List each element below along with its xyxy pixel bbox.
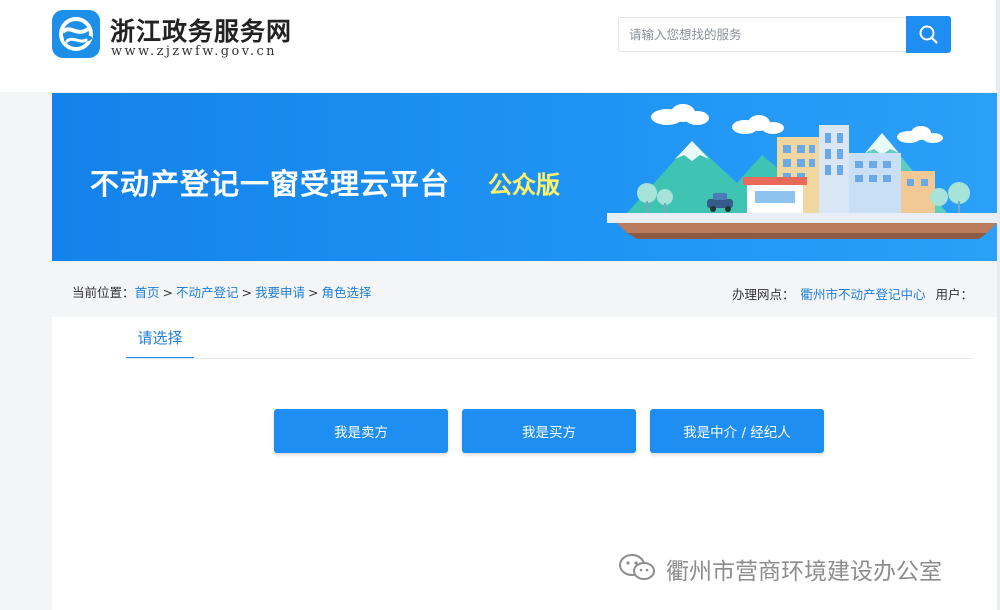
breadcrumb-separator: > — [241, 285, 253, 300]
site-logo-icon[interactable] — [52, 10, 100, 58]
tab-divider — [126, 358, 972, 359]
site-url: www.zjzwfw.gov.cn — [111, 44, 277, 59]
breadcrumb-real-estate[interactable]: 不动产登记 — [176, 285, 239, 300]
site-title[interactable]: 浙江政务服务网 — [110, 12, 292, 48]
breadcrumb-home[interactable]: 首页 — [135, 285, 160, 300]
banner-edition: 公众版 — [488, 171, 560, 199]
site-header: 浙江政务服务网 www.zjzwfw.gov.cn — [0, 0, 1000, 92]
office-label: 办理网点： — [732, 287, 795, 302]
search-input[interactable] — [618, 17, 908, 52]
watermark-text: 衢州市营商环境建设办公室 — [666, 559, 942, 585]
tab-please-select[interactable]: 请选择 — [126, 317, 194, 359]
banner-title: 不动产登记一窗受理云平台 — [90, 167, 451, 201]
search-button[interactable] — [906, 16, 951, 53]
user-label: 用户： — [935, 287, 974, 302]
agent-button[interactable]: 我是中介 / 经纪人 — [650, 409, 824, 453]
breadcrumb: 当前位置：首页 > 不动产登记 > 我要申请 > 角色选择 — [72, 282, 372, 301]
office-name[interactable]: 衢州市不动产登记中心 — [801, 287, 926, 302]
buyer-button[interactable]: 我是买方 — [462, 409, 636, 453]
breadcrumb-separator: > — [162, 285, 174, 300]
seller-button[interactable]: 我是卖方 — [274, 409, 448, 453]
breadcrumb-role-select[interactable]: 角色选择 — [322, 285, 372, 300]
city-illustration-icon — [607, 104, 997, 239]
wechat-icon — [619, 554, 655, 580]
breadcrumb-separator: > — [308, 285, 319, 300]
search-icon — [919, 25, 938, 44]
breadcrumb-prefix: 当前位置： — [72, 285, 135, 300]
banner: 不动产登记一窗受理云平台 公众版 — [52, 93, 997, 261]
breadcrumb-apply[interactable]: 我要申请 — [255, 285, 305, 300]
office-info: 办理网点： 衢州市不动产登记中心 用户： — [732, 284, 973, 303]
breadcrumb-bar: 当前位置：首页 > 不动产登记 > 我要申请 > 角色选择 办理网点： 衢州市不动产登记中心用… — [52, 262, 997, 317]
